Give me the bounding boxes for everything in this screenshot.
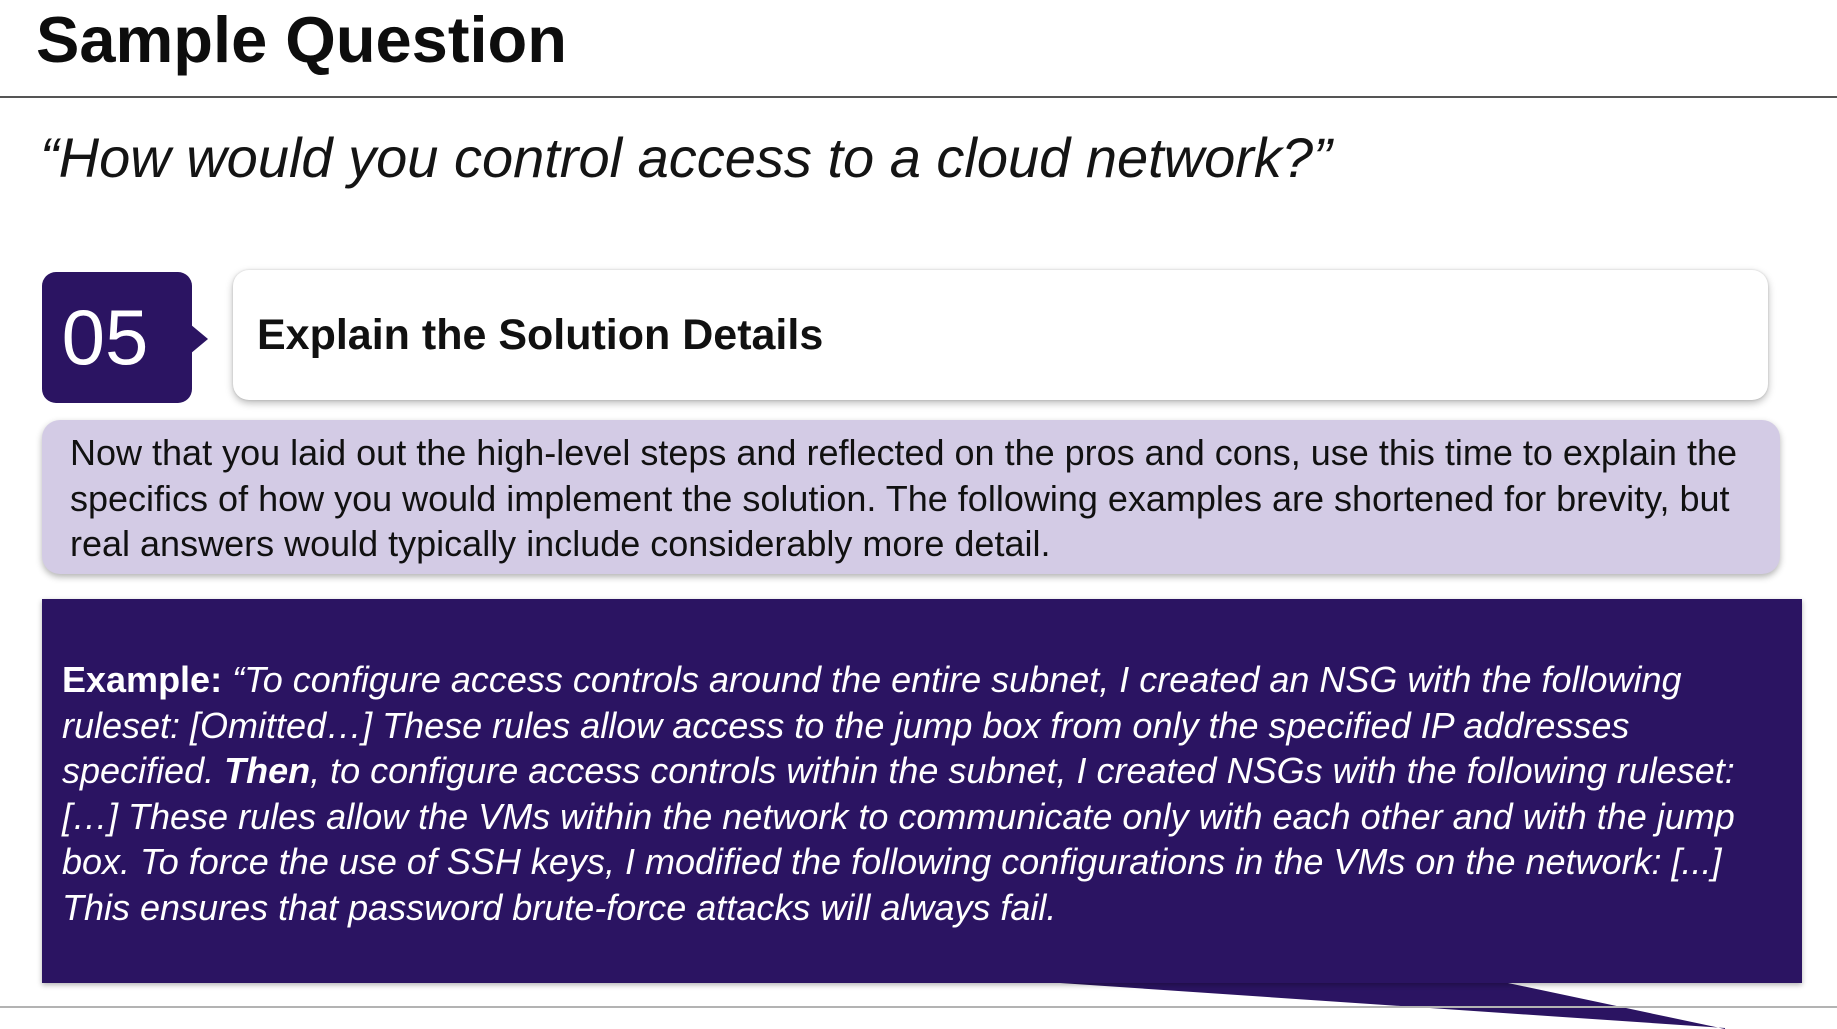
title-divider: [0, 96, 1837, 98]
example-text: “To configure access controls around the…: [62, 659, 1735, 928]
intro-card: Now that you laid out the high-level ste…: [42, 420, 1780, 574]
example-text-part2: , to configure access controls within th…: [62, 750, 1735, 928]
step-arrow-icon: [190, 324, 208, 354]
example-emphasis: Then: [224, 750, 311, 791]
example-label: Example:: [62, 659, 223, 700]
bottom-divider: [0, 1006, 1837, 1008]
example-box: Example: “To configure access controls a…: [42, 599, 1802, 983]
step-number: 05: [61, 293, 149, 381]
question-text: “How would you control access to a cloud…: [40, 126, 1332, 189]
slide-title: Sample Question: [36, 3, 567, 76]
intro-text: Now that you laid out the high-level ste…: [70, 432, 1738, 564]
step-title: Explain the Solution Details: [257, 310, 824, 359]
step-title-card: Explain the Solution Details: [233, 270, 1768, 400]
step-number-badge: 05: [42, 272, 192, 403]
